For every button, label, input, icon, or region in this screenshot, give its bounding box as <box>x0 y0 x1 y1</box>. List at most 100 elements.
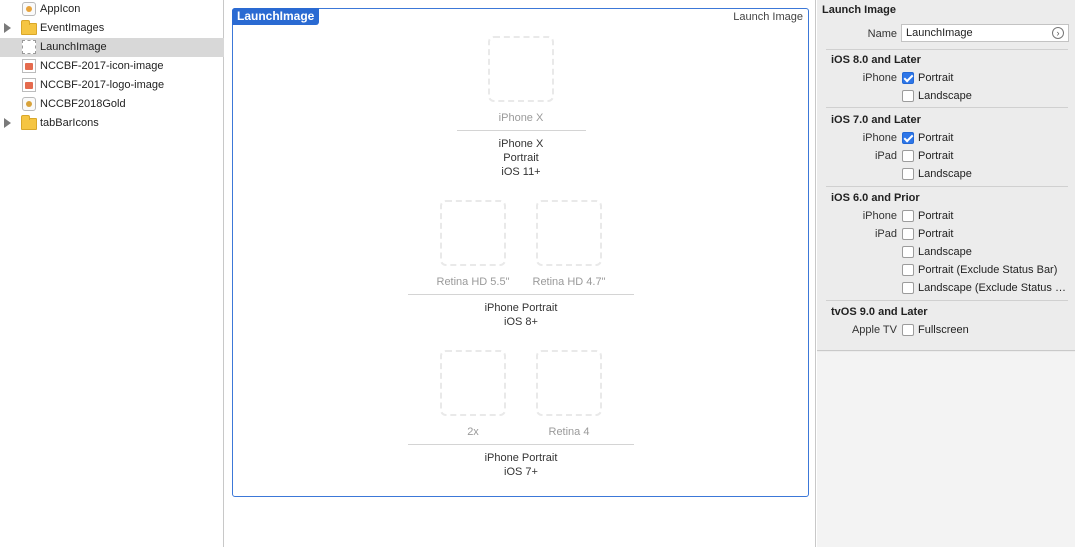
option-ios8-iphone-portrait[interactable]: iPhone Portrait <box>817 70 1075 88</box>
navigator-item-gold[interactable]: NCCBF2018Gold <box>0 95 224 114</box>
set-name-tag: LaunchImage <box>232 8 320 25</box>
navigator-item-logo-image[interactable]: NCCBF-2017-logo-image <box>0 76 224 95</box>
attributes-inspector: Launch Image Name › iOS 8.0 and Later iP… <box>817 0 1075 547</box>
option-label: Portrait <box>918 72 954 84</box>
image-set-icon <box>22 59 36 73</box>
caption-line: iOS 7+ <box>504 466 538 478</box>
name-label: Name <box>867 28 897 40</box>
asset-editor: LaunchImage Launch Image iPhone X iPhone… <box>225 0 816 547</box>
folder-icon <box>21 115 37 130</box>
option-label: Portrait <box>918 210 954 222</box>
option-ios6-iphone-portrait[interactable]: iPhone Portrait <box>817 208 1075 226</box>
caption-line: Portrait <box>503 152 539 164</box>
option-ios8-landscape[interactable]: Landscape <box>817 88 1075 106</box>
option-label: Landscape (Exclude Status Bar) <box>918 282 1070 294</box>
group-caption: iPhone Portrait iOS 7+ <box>401 451 641 479</box>
navigator-item-launchimage[interactable]: LaunchImage <box>0 38 224 57</box>
checkbox-checked[interactable] <box>902 72 914 84</box>
option-label: Landscape <box>918 90 972 102</box>
checkbox[interactable] <box>902 168 914 180</box>
section-separator <box>826 186 1068 187</box>
app-icon-set-icon <box>22 97 36 111</box>
option-ios7-iphone-portrait[interactable]: iPhone Portrait <box>817 130 1075 148</box>
image-slot-iphone-x[interactable] <box>488 36 554 102</box>
navigator-item-appicon[interactable]: AppIcon <box>0 0 224 19</box>
platform-label: Apple TV <box>851 324 897 336</box>
option-label: Portrait <box>918 132 954 144</box>
launch-image-set-icon <box>22 40 36 54</box>
app-icon-set-icon <box>22 2 36 16</box>
group-divider <box>457 130 586 131</box>
checkbox[interactable] <box>902 282 914 294</box>
disclosure-triangle-icon[interactable] <box>4 118 11 128</box>
inspector-empty-area <box>817 352 1075 547</box>
checkbox[interactable] <box>902 324 914 336</box>
section-title-ios7: iOS 7.0 and Later <box>831 114 921 126</box>
section-title-ios6: iOS 6.0 and Prior <box>831 192 920 204</box>
checkbox[interactable] <box>902 264 914 276</box>
option-label: Portrait <box>918 150 954 162</box>
option-label: Portrait (Exclude Status Bar) <box>918 264 1058 276</box>
group-divider <box>408 444 634 445</box>
platform-label: iPad <box>874 150 897 162</box>
checkbox[interactable] <box>902 228 914 240</box>
option-label: Landscape <box>918 246 972 258</box>
set-type-label: Launch Image <box>733 11 803 23</box>
folder-icon <box>21 20 37 35</box>
group-caption: iPhone Portrait iOS 8+ <box>401 301 641 329</box>
option-ios6-landscape[interactable]: Landscape <box>817 244 1075 262</box>
section-separator <box>826 300 1068 301</box>
slot-label: Retina 4 <box>548 426 590 438</box>
group-caption: iPhone X Portrait iOS 11+ <box>401 137 641 179</box>
platform-label: iPad <box>874 228 897 240</box>
navigator-item-tabbaricons[interactable]: tabBarIcons <box>0 114 224 133</box>
caption-line: iPhone Portrait <box>484 452 558 464</box>
name-field[interactable] <box>901 24 1069 42</box>
checkbox[interactable] <box>902 90 914 102</box>
option-label: Fullscreen <box>918 324 969 336</box>
option-label: Landscape <box>918 168 972 180</box>
navigator-item-label: LaunchImage <box>40 41 107 53</box>
option-ios6-portrait-exclude-status-bar[interactable]: Portrait (Exclude Status Bar) <box>817 262 1075 280</box>
group-divider <box>408 294 634 295</box>
navigator-item-label: NCCBF-2017-logo-image <box>40 79 165 91</box>
asset-navigator: AppIcon EventImages LaunchImage NCCBF-20… <box>0 0 224 547</box>
navigator-item-label: EventImages <box>40 22 105 34</box>
section-separator <box>826 49 1068 50</box>
section-separator <box>826 107 1068 108</box>
caption-line: iPhone Portrait <box>484 302 558 314</box>
go-arrow-icon[interactable]: › <box>1052 27 1064 39</box>
image-slot-retina-4[interactable] <box>536 350 602 416</box>
platform-label: iPhone <box>862 210 897 222</box>
section-title-tvos9: tvOS 9.0 and Later <box>831 306 928 318</box>
section-title-ios8: iOS 8.0 and Later <box>831 54 921 66</box>
option-tvos-appletv-fullscreen[interactable]: Apple TV Fullscreen <box>817 322 1075 340</box>
inspector-pane: Launch Image Name › iOS 8.0 and Later iP… <box>817 0 1075 351</box>
slot-label: Retina HD 4.7" <box>532 276 606 288</box>
navigator-item-label: tabBarIcons <box>40 117 99 129</box>
navigator-item-icon-image[interactable]: NCCBF-2017-icon-image <box>0 57 224 76</box>
platform-label: iPhone <box>862 132 897 144</box>
checkbox[interactable] <box>902 246 914 258</box>
checkbox-checked[interactable] <box>902 132 914 144</box>
option-ios7-landscape[interactable]: Landscape <box>817 166 1075 184</box>
navigator-item-label: NCCBF-2017-icon-image <box>40 60 164 72</box>
option-ios6-landscape-exclude-status-bar[interactable]: Landscape (Exclude Status Bar) <box>817 280 1075 298</box>
image-slot-retina-hd-4-7[interactable] <box>536 200 602 266</box>
image-slot-2x[interactable] <box>440 350 506 416</box>
navigator-item-label: NCCBF2018Gold <box>40 98 126 110</box>
caption-line: iPhone X <box>498 138 544 150</box>
checkbox[interactable] <box>902 150 914 162</box>
disclosure-triangle-icon[interactable] <box>4 23 11 33</box>
option-ios6-ipad-portrait[interactable]: iPad Portrait <box>817 226 1075 244</box>
inspector-heading: Launch Image <box>822 4 896 16</box>
navigator-item-label: AppIcon <box>40 3 81 15</box>
option-ios7-ipad-portrait[interactable]: iPad Portrait <box>817 148 1075 166</box>
option-label: Portrait <box>918 228 954 240</box>
image-slot-retina-hd-5-5[interactable] <box>440 200 506 266</box>
caption-line: iOS 11+ <box>501 166 541 178</box>
slot-label: iPhone X <box>498 112 544 124</box>
navigator-item-eventimages[interactable]: EventImages <box>0 19 224 38</box>
checkbox[interactable] <box>902 210 914 222</box>
launch-image-set[interactable]: LaunchImage Launch Image iPhone X iPhone… <box>232 8 809 497</box>
